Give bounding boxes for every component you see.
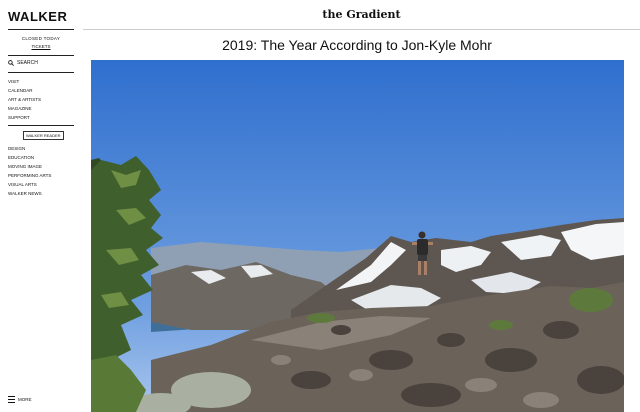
nav-item-performing-arts[interactable]: PERFORMING ARTS — [8, 171, 51, 180]
search-button[interactable]: SEARCH — [8, 60, 38, 66]
nav-item-art-artists[interactable]: ART & ARTISTS — [8, 95, 41, 104]
nav-item-magazine[interactable]: MAGAZINE — [8, 104, 41, 113]
mountain-photo — [91, 60, 624, 412]
primary-nav: VISIT CALENDAR ART & ARTISTS MAGAZINE SU… — [8, 77, 41, 122]
menu-icon — [8, 396, 15, 403]
tickets-link[interactable]: TICKETS — [8, 44, 74, 49]
nav-item-moving-image[interactable]: MOVING IMAGE — [8, 162, 51, 171]
divider — [8, 125, 74, 126]
search-label: SEARCH — [17, 60, 38, 66]
hero-image — [91, 60, 624, 412]
more-button[interactable]: MORE — [8, 396, 32, 403]
walker-reader-button[interactable]: WALKER READER — [23, 131, 64, 140]
reader-nav: DESIGN EDUCATION MOVING IMAGE PERFORMING… — [8, 144, 51, 198]
nav-item-design[interactable]: DESIGN — [8, 144, 51, 153]
nav-item-visit[interactable]: VISIT — [8, 77, 41, 86]
divider — [8, 29, 74, 30]
nav-item-visual-arts[interactable]: VISUAL ARTS — [8, 180, 51, 189]
walker-logo[interactable]: WALKER — [8, 9, 67, 24]
sidebar: WALKER CLOSED TODAY TICKETS SEARCH VISIT… — [0, 0, 80, 412]
search-icon — [8, 60, 14, 66]
nav-item-calendar[interactable]: CALENDAR — [8, 86, 41, 95]
nav-item-walker-news[interactable]: WALKER NEWS — [8, 189, 51, 198]
more-label: MORE — [18, 397, 32, 402]
nav-item-education[interactable]: EDUCATION — [8, 153, 51, 162]
article-title: 2019: The Year According to Jon-Kyle Moh… — [222, 37, 492, 53]
gradient-brand[interactable]: the Gradient — [83, 8, 640, 21]
divider — [8, 55, 74, 56]
divider — [8, 72, 74, 73]
top-bar: the Gradient — [83, 0, 640, 30]
nav-item-support[interactable]: SUPPORT — [8, 113, 41, 122]
status-text: CLOSED TODAY — [21, 36, 61, 41]
